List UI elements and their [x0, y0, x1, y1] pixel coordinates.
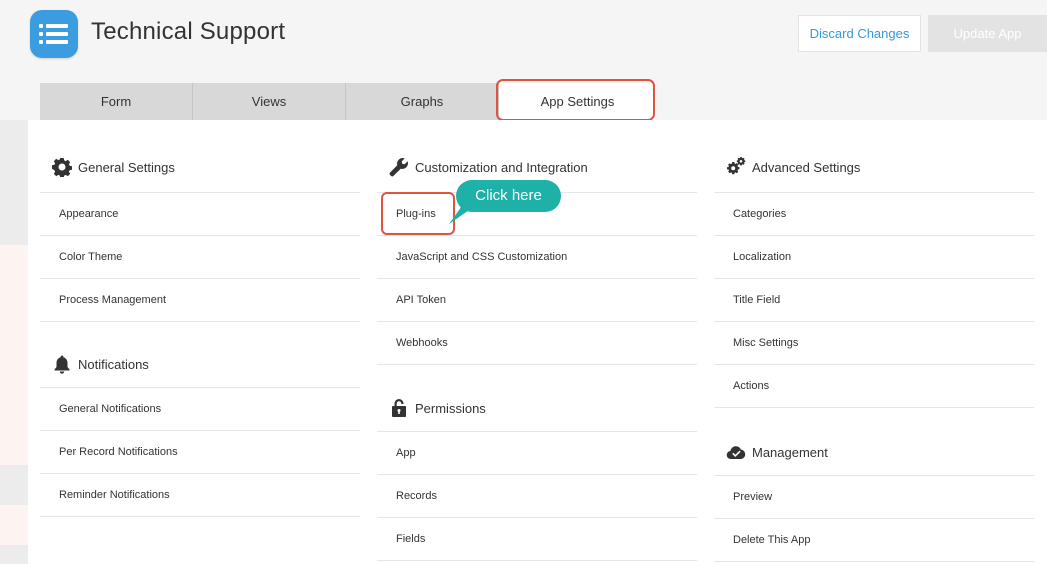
page-title: Technical Support: [91, 18, 286, 45]
menu-item-general-notifications[interactable]: General Notifications: [40, 387, 360, 431]
left-strip-accent: [0, 505, 28, 545]
gears-icon: [726, 157, 746, 177]
section-title: Notifications: [78, 356, 149, 372]
menu-item-categories[interactable]: Categories: [714, 192, 1034, 236]
section-title: General Settings: [78, 159, 175, 175]
section-permissions: Permissions: [377, 386, 697, 430]
menu-item-actions[interactable]: Actions: [714, 364, 1034, 408]
wrench-icon: [389, 157, 409, 177]
left-strip-accent: [0, 245, 28, 465]
lock-icon: [389, 398, 409, 418]
menu-item-permissions-records[interactable]: Records: [377, 474, 697, 518]
section-title: Advanced Settings: [752, 159, 861, 175]
section-advanced-settings: Advanced Settings: [714, 145, 1034, 189]
section-title: Customization and Integration: [415, 159, 588, 175]
section-title: Permissions: [415, 400, 486, 416]
section-general-settings: General Settings: [40, 145, 360, 189]
tab-views[interactable]: Views: [193, 83, 346, 120]
section-management: Management: [714, 430, 1034, 474]
menu-item-js-css-customization[interactable]: JavaScript and CSS Customization: [377, 235, 697, 279]
menu-item-api-token[interactable]: API Token: [377, 278, 697, 322]
menu-item-delete-this-app[interactable]: Delete This App: [714, 518, 1034, 562]
menu-item-permissions-app[interactable]: App: [377, 431, 697, 475]
discard-changes-button[interactable]: Discard Changes: [798, 15, 921, 52]
app-icon: [30, 10, 78, 58]
cloud-check-icon: [726, 442, 746, 462]
menu-item-preview[interactable]: Preview: [714, 475, 1034, 519]
menu-item-reminder-notifications[interactable]: Reminder Notifications: [40, 473, 360, 517]
tab-graphs[interactable]: Graphs: [346, 83, 499, 120]
menu-item-localization[interactable]: Localization: [714, 235, 1034, 279]
menu-item-title-field[interactable]: Title Field: [714, 278, 1034, 322]
gear-icon: [52, 157, 72, 178]
click-here-callout: Click here: [447, 180, 561, 224]
section-title: Management: [752, 444, 828, 460]
menu-item-webhooks[interactable]: Webhooks: [377, 321, 697, 365]
menu-item-process-management[interactable]: Process Management: [40, 278, 360, 322]
bell-icon: [52, 354, 72, 374]
update-app-button[interactable]: Update App: [928, 15, 1047, 52]
menu-item-color-theme[interactable]: Color Theme: [40, 235, 360, 279]
left-sidebar-strip: [0, 120, 28, 564]
menu-item-appearance[interactable]: Appearance: [40, 192, 360, 236]
tab-app-settings[interactable]: App Settings: [499, 83, 656, 120]
callout-text: Click here: [456, 180, 561, 212]
tab-form[interactable]: Form: [40, 83, 193, 120]
menu-item-per-record-notifications[interactable]: Per Record Notifications: [40, 430, 360, 474]
menu-item-permissions-fields[interactable]: Fields: [377, 517, 697, 561]
menu-item-misc-settings[interactable]: Misc Settings: [714, 321, 1034, 365]
section-notifications: Notifications: [40, 342, 360, 386]
